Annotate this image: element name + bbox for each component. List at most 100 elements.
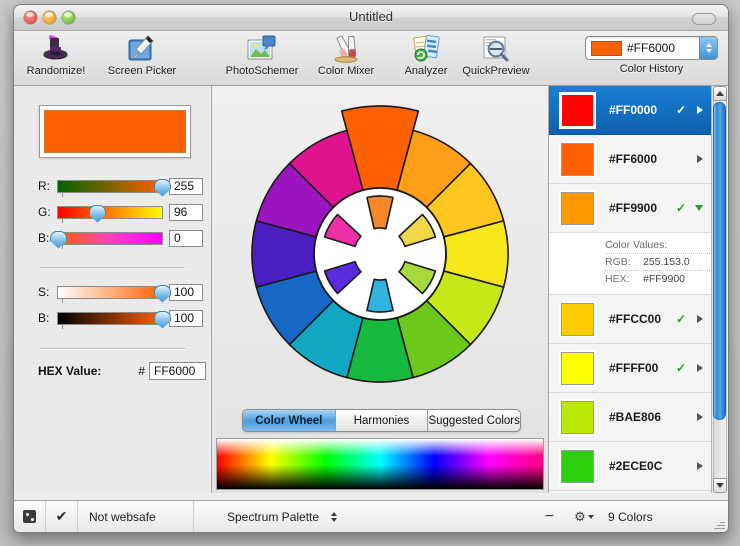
palette-name-label: Spectrum Palette: [227, 509, 320, 524]
color-row-hex-label: #2ECE0C: [609, 459, 663, 473]
slider-track-red[interactable]: [57, 178, 171, 197]
app-window: Untitled Randomize! Screen Picker PhotoS…: [13, 4, 729, 533]
color-row-detail: Color Values: RGB: 255.153.0 HEX: #FF9900: [549, 233, 712, 295]
color-row-disclosure-icon[interactable]: [697, 413, 703, 421]
resize-grip[interactable]: [713, 517, 725, 529]
slider-value-red[interactable]: 255: [169, 177, 203, 195]
color-history-row[interactable]: #BAE806: [549, 393, 712, 442]
toolbar-label-color-mixer: Color Mixer: [317, 65, 375, 77]
palette-selector[interactable]: Spectrum Palette: [194, 501, 533, 532]
spectrum-strip[interactable]: [216, 438, 544, 490]
scroll-up-button[interactable]: [713, 86, 727, 101]
magic-hat-icon: [14, 33, 98, 64]
scroll-down-icon: [716, 483, 724, 488]
color-history-pane: #FF0000 ✓ #FF6000 #FF9900 ✓ Color Values: RGB:…: [549, 86, 728, 493]
toolbar-label-screen-picker: Screen Picker: [107, 65, 177, 77]
wheel-tab-bar: Color Wheel Harmonies Suggested Colors: [242, 409, 521, 432]
palette-stepper-icon[interactable]: [331, 511, 338, 522]
color-history-row[interactable]: #FF9900 ✓: [549, 184, 712, 233]
palette-view-button[interactable]: [14, 501, 46, 532]
color-wheel[interactable]: [212, 86, 548, 406]
slider-track-brightness[interactable]: [57, 310, 171, 329]
toolbar-button-randomize[interactable]: Randomize!: [14, 33, 98, 77]
color-history-stepper[interactable]: [699, 37, 717, 59]
color-row-swatch: [561, 400, 594, 434]
color-history-label: Color History: [619, 63, 684, 75]
slider-value-green[interactable]: 96: [169, 203, 203, 221]
color-row-disclosure-icon[interactable]: [697, 462, 703, 470]
color-history-row[interactable]: #2ECE0C: [549, 442, 712, 491]
tab-harmonies[interactable]: Harmonies: [336, 410, 429, 431]
divider-rgb-hsb: [40, 267, 185, 268]
color-row-swatch: [561, 449, 594, 483]
color-history-swatch: [591, 40, 622, 56]
slider-track-green[interactable]: [57, 204, 163, 223]
color-history-row[interactable]: #FFCC00 ✓: [549, 295, 712, 344]
window-body: R: 255 G: 96 B: 0 S: 100 B: 100 HEX Valu…: [14, 86, 728, 532]
eyedropper-icon: [100, 33, 184, 64]
toolbar-toggle-button[interactable]: [692, 13, 716, 25]
slider-track-saturation[interactable]: [57, 284, 171, 303]
color-row-disclosure-icon[interactable]: [697, 106, 703, 114]
title-bar: Untitled: [14, 5, 728, 31]
tab-suggested-colors[interactable]: Suggested Colors: [428, 410, 520, 431]
color-row-check-icon: ✓: [675, 201, 686, 215]
hex-value-input[interactable]: FF6000: [149, 362, 206, 380]
photo-icon: [220, 33, 304, 64]
scroll-up-icon: [716, 91, 724, 96]
color-history-row[interactable]: #0C99CE: [549, 491, 712, 493]
palette-stepper-up-icon: [331, 511, 338, 516]
detail-hex-row: HEX: #FF9900: [605, 270, 712, 287]
color-row-hex-label: #FFFF00: [609, 361, 659, 375]
color-row-disclosure-icon[interactable]: [697, 364, 703, 372]
toolbar-button-quickpreview[interactable]: QuickPreview: [454, 33, 538, 77]
color-history-row[interactable]: #FF0000 ✓: [549, 86, 712, 135]
remove-color-button[interactable]: −: [533, 501, 566, 532]
scrollbar-thumb[interactable]: [713, 102, 726, 420]
color-row-swatch: [561, 191, 594, 225]
color-row-disclosure-icon[interactable]: [697, 155, 703, 163]
websafe-status-label: Not websafe: [78, 501, 194, 532]
history-scrollbar[interactable]: [711, 86, 728, 493]
hex-hash-symbol: #: [138, 364, 145, 378]
slider-knob-blue[interactable]: [50, 230, 67, 249]
slider-row-red: R: 255: [38, 176, 203, 197]
slider-knob-green[interactable]: [89, 204, 107, 223]
color-history-row[interactable]: #FF6000: [549, 135, 712, 184]
detail-hex-value: #FF9900: [643, 273, 686, 285]
scroll-down-button[interactable]: [713, 478, 727, 493]
websafe-toggle-button[interactable]: ✔: [46, 501, 78, 532]
divider-hsb-hex: [40, 348, 185, 349]
color-row-check-icon: ✓: [675, 103, 686, 117]
status-bar: ✔ Not websafe Spectrum Palette − ⚙ 9 Col…: [14, 500, 728, 532]
toolbar-button-screen-picker[interactable]: Screen Picker: [100, 33, 184, 77]
tab-color-wheel[interactable]: Color Wheel: [243, 410, 336, 431]
toolbar-button-photoschemer[interactable]: PhotoSchemer: [220, 33, 304, 77]
color-history-field[interactable]: #FF6000: [585, 36, 718, 60]
color-row-disclosure-icon[interactable]: [697, 315, 703, 323]
color-row-swatch: [561, 142, 594, 176]
color-row-disclosure-icon[interactable]: [695, 205, 703, 211]
slider-track-blue[interactable]: [50, 230, 163, 249]
slider-value-blue[interactable]: 0: [169, 229, 203, 247]
slider-row-blue: B: 0: [38, 228, 203, 249]
palette-actions-button[interactable]: ⚙: [566, 501, 602, 532]
toolbar-button-color-mixer[interactable]: Color Mixer: [304, 33, 388, 77]
color-row-hex-label: #BAE806: [609, 410, 662, 424]
current-color-preview: [39, 105, 191, 158]
stepper-down-icon: [705, 49, 712, 53]
detail-hex-key: HEX:: [605, 273, 630, 285]
color-row-check-icon: ✓: [675, 361, 686, 375]
detail-title: Color Values:: [605, 239, 668, 251]
detail-rgb-value: 255.153.0: [643, 256, 690, 268]
slider-label-saturation: S:: [38, 285, 50, 299]
color-count-label: 9 Colors: [608, 509, 653, 524]
color-row-swatch: [561, 351, 594, 385]
slider-label-green: G:: [38, 205, 51, 219]
slider-value-saturation[interactable]: 100: [169, 283, 203, 301]
color-row-hex-label: #FFCC00: [609, 312, 662, 326]
slider-value-brightness[interactable]: 100: [169, 309, 203, 327]
current-color-swatch: [44, 110, 186, 153]
color-history-row[interactable]: #FFFF00 ✓: [549, 344, 712, 393]
slider-row-saturation: S: 100: [38, 282, 203, 303]
